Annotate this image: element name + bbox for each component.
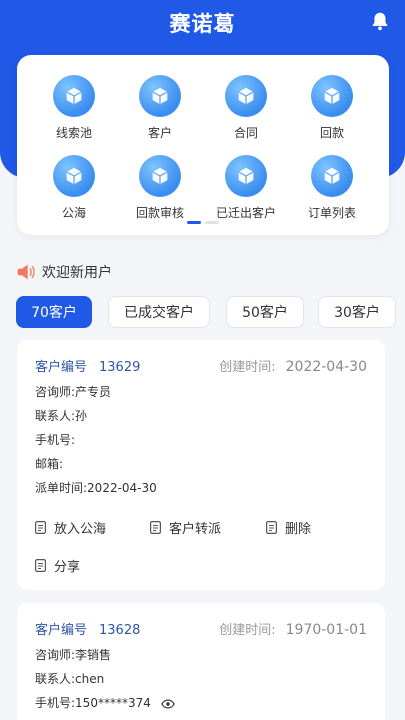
menu-item-label: 客户 bbox=[147, 126, 172, 140]
customer-card-header: 客户编号 13629 创建时间: 2022-04-30 bbox=[35, 356, 367, 375]
created-time-label: 创建时间: bbox=[219, 360, 276, 375]
customer-number-label: 客户编号 bbox=[35, 623, 88, 638]
created-time-label: 创建时间: bbox=[219, 623, 276, 638]
cube-icon bbox=[225, 155, 267, 197]
menu-item-moved-out-customers[interactable]: 已迁出客户 bbox=[203, 155, 289, 221]
customer-number: 客户编号 13628 bbox=[35, 619, 140, 638]
page-dot-active bbox=[187, 221, 201, 224]
customer-number-value: 13629 bbox=[99, 360, 141, 375]
created-time: 创建时间: 2022-04-30 bbox=[219, 356, 367, 375]
document-icon bbox=[150, 521, 161, 534]
transfer-customer-label: 客户转派 bbox=[169, 522, 222, 537]
menu-item-label: 订单列表 bbox=[307, 206, 356, 220]
document-icon bbox=[266, 521, 277, 534]
transfer-customer-button[interactable]: 客户转派 bbox=[150, 518, 221, 537]
filter-tab-50-customers[interactable]: 50客户 bbox=[226, 296, 304, 328]
menu-item-label: 线索池 bbox=[55, 126, 92, 140]
put-into-public-pool-label: 放入公海 bbox=[54, 522, 107, 537]
cube-icon bbox=[311, 75, 353, 117]
customer-number: 客户编号 13629 bbox=[35, 356, 140, 375]
menu-item-order-list[interactable]: 订单列表 bbox=[289, 155, 375, 221]
cube-icon bbox=[139, 155, 181, 197]
document-icon bbox=[35, 559, 46, 572]
delete-label: 删除 bbox=[285, 522, 312, 537]
put-into-public-pool-button[interactable]: 放入公海 bbox=[35, 518, 106, 537]
menu-item-payment-review[interactable]: 回款审核 bbox=[117, 155, 203, 221]
document-icon bbox=[35, 521, 46, 534]
cube-icon bbox=[139, 75, 181, 117]
share-label: 分享 bbox=[54, 560, 81, 575]
dispatch-time-field: 派单时间:2022-04-30 bbox=[35, 481, 157, 495]
notice-bar: 欢迎新用户 bbox=[16, 262, 112, 282]
page-indicator[interactable] bbox=[17, 221, 389, 224]
share-button[interactable]: 分享 bbox=[35, 556, 80, 575]
eye-icon[interactable] bbox=[161, 698, 175, 709]
phone-value: 手机号:150*****374 bbox=[35, 696, 151, 710]
menu-item-label: 回款审核 bbox=[135, 206, 184, 220]
menu-grid: 线索池 客户 合同 回款 公海 回款审核 已迁出客户 订单列表 bbox=[17, 75, 389, 221]
contact-field: 联系人:孙 bbox=[35, 409, 88, 423]
customer-number-label: 客户编号 bbox=[35, 360, 88, 375]
filter-tab-closed-customers[interactable]: 已成交客户 bbox=[108, 296, 210, 328]
app-title: 赛诺葛 bbox=[169, 12, 236, 36]
created-time: 创建时间: 1970-01-01 bbox=[219, 619, 367, 638]
bell-icon[interactable] bbox=[369, 10, 391, 32]
customer-card[interactable]: 客户编号 13629 创建时间: 2022-04-30 咨询师:产专员 联系人:孙 … bbox=[17, 340, 385, 590]
notice-text: 欢迎新用户 bbox=[42, 265, 112, 281]
customer-card[interactable]: 客户编号 13628 创建时间: 1970-01-01 咨询师:李销售 联系人:ch… bbox=[17, 603, 385, 720]
consultant-field: 咨询师:李销售 bbox=[35, 648, 112, 662]
filter-tabs: 70客户 已成交客户 50客户 30客户 bbox=[16, 296, 396, 328]
menu-item-clue-pool[interactable]: 线索池 bbox=[31, 75, 117, 141]
cube-icon bbox=[311, 155, 353, 197]
consultant-field: 咨询师:产专员 bbox=[35, 385, 112, 399]
filter-tab-30-customers[interactable]: 30客户 bbox=[318, 296, 396, 328]
filter-tab-70-customers[interactable]: 70客户 bbox=[16, 296, 92, 328]
menu-card: 线索池 客户 合同 回款 公海 回款审核 已迁出客户 订单列表 bbox=[17, 55, 389, 235]
phone-field: 手机号: bbox=[35, 433, 76, 447]
menu-item-customer[interactable]: 客户 bbox=[117, 75, 203, 141]
delete-button[interactable]: 删除 bbox=[266, 518, 311, 537]
menu-item-label: 回款 bbox=[319, 126, 344, 140]
menu-item-payment[interactable]: 回款 bbox=[289, 75, 375, 141]
speaker-icon bbox=[17, 264, 35, 280]
menu-item-label: 公海 bbox=[61, 206, 86, 220]
page-dot bbox=[205, 221, 219, 224]
phone-field: 手机号:150*****374 bbox=[35, 691, 175, 715]
menu-item-label: 合同 bbox=[233, 126, 258, 140]
contact-field: 联系人:chen bbox=[35, 672, 105, 686]
customer-number-value: 13628 bbox=[99, 623, 141, 638]
cube-icon bbox=[53, 75, 95, 117]
menu-item-contract[interactable]: 合同 bbox=[203, 75, 289, 141]
menu-item-public-pool[interactable]: 公海 bbox=[31, 155, 117, 221]
created-time-value: 2022-04-30 bbox=[285, 359, 367, 375]
customer-card-header: 客户编号 13628 创建时间: 1970-01-01 bbox=[35, 619, 367, 638]
email-field: 邮箱: bbox=[35, 457, 64, 471]
cube-icon bbox=[53, 155, 95, 197]
menu-item-label: 已迁出客户 bbox=[215, 206, 276, 220]
cube-icon bbox=[225, 75, 267, 117]
created-time-value: 1970-01-01 bbox=[285, 622, 367, 638]
